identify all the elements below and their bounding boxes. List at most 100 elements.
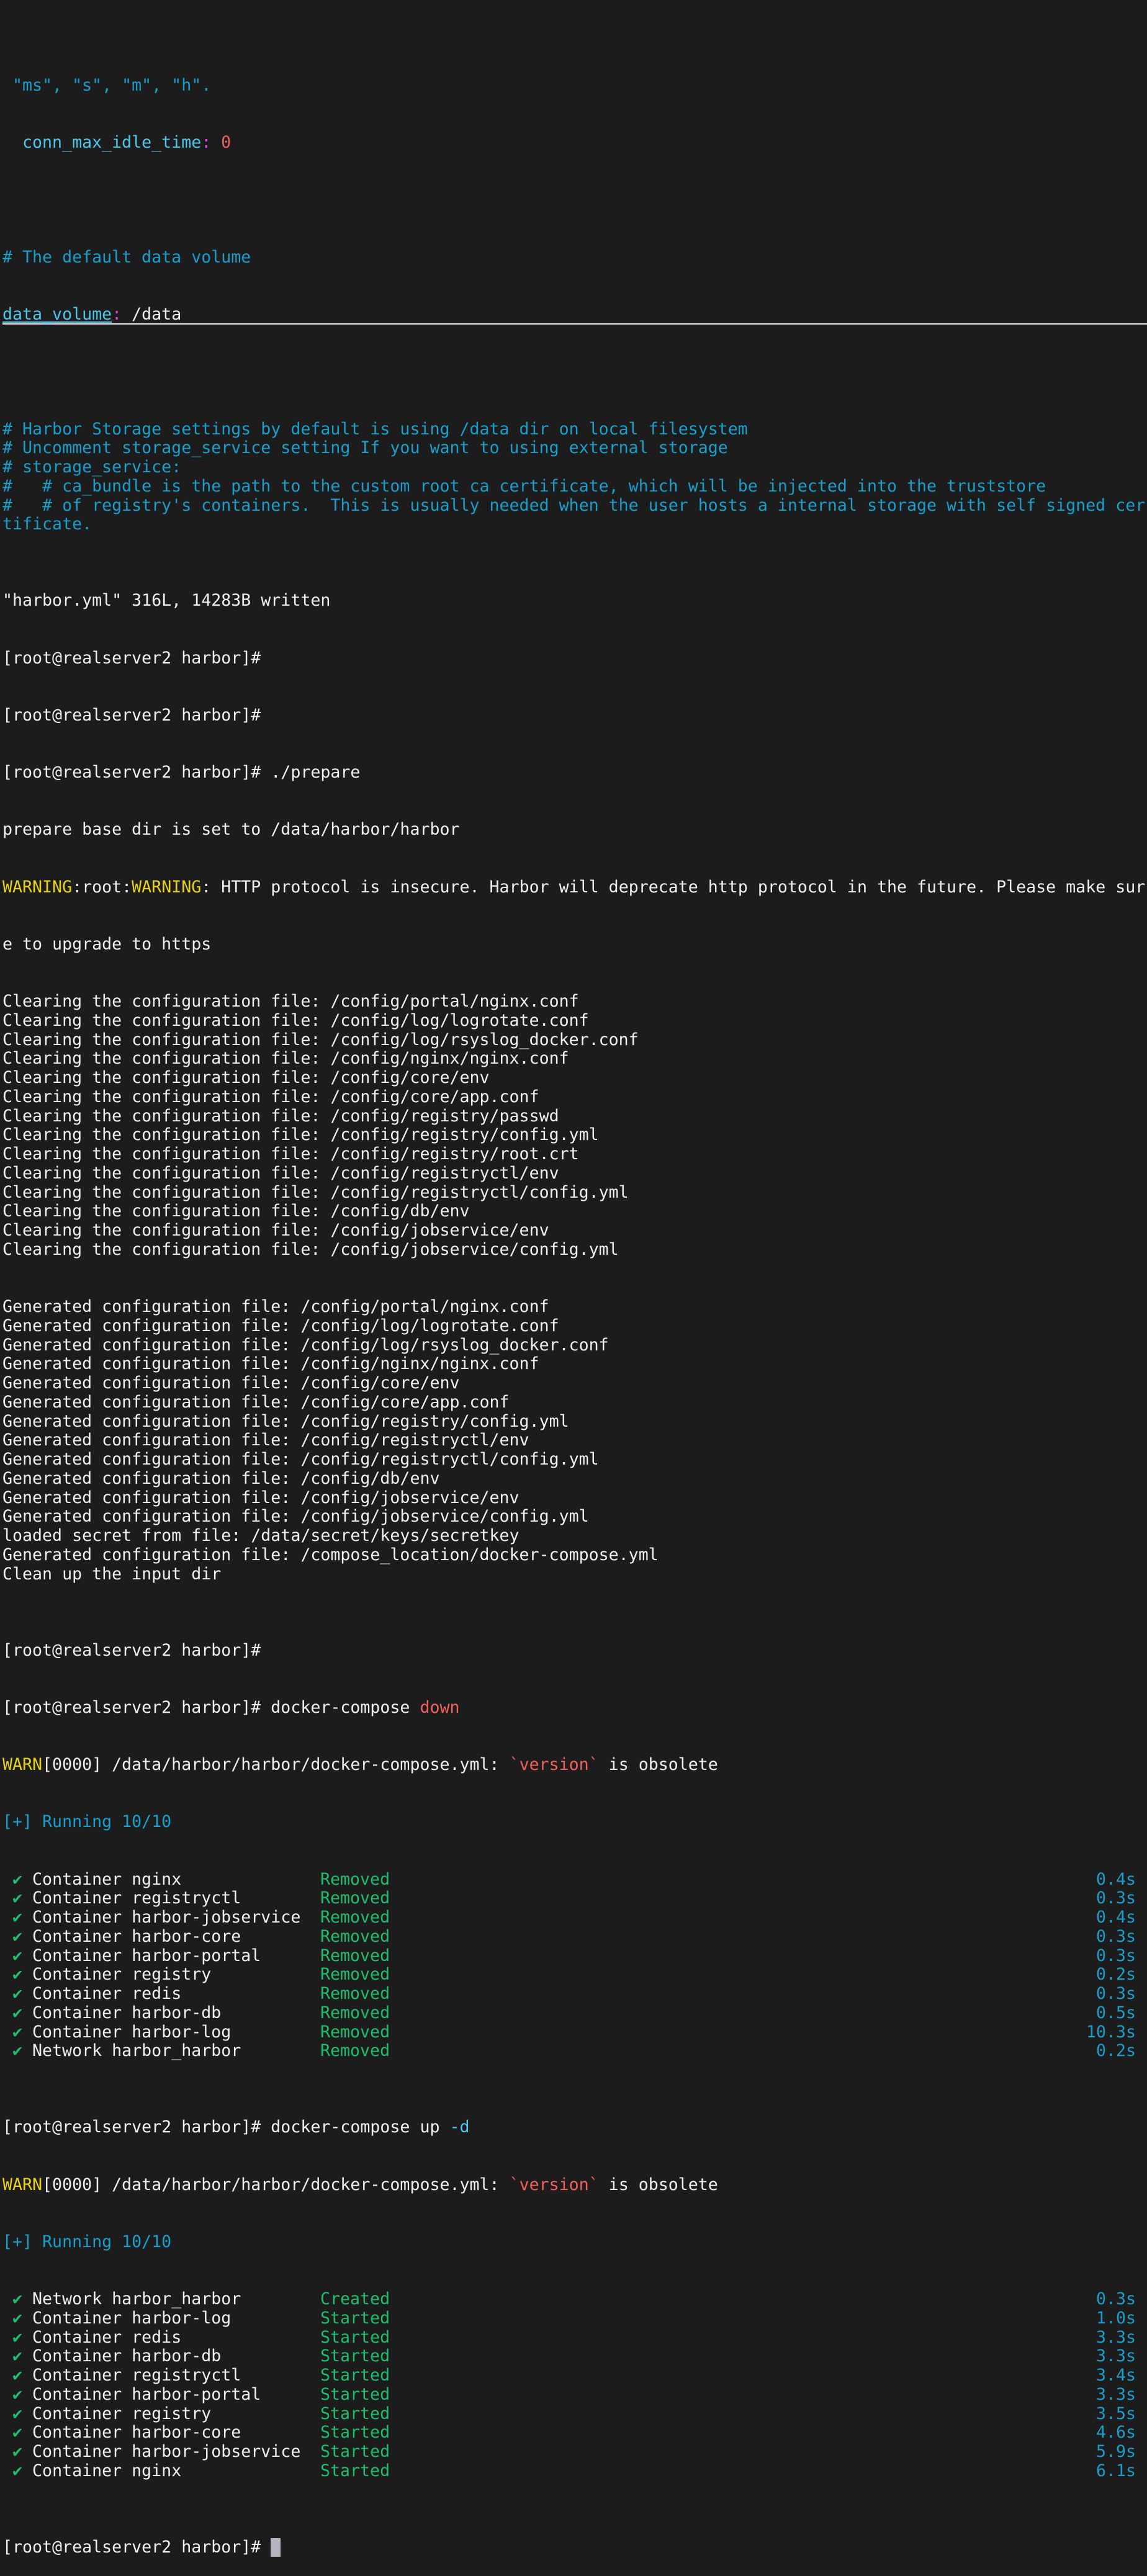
- generated-line-text: Generated configuration file: /config/re…: [2, 1450, 599, 1469]
- resource-name: Container harbor-jobservice: [32, 2442, 301, 2461]
- generated-line-text: Clean up the input dir: [2, 1564, 222, 1584]
- shell-prompt: [root@realserver2 harbor]#: [2, 705, 261, 725]
- generated-line: Generated configuration file: /config/po…: [2, 1297, 1147, 1317]
- resource-name: Container registry: [32, 1965, 212, 1985]
- resource-status: Removed: [320, 1869, 390, 1889]
- elapsed-time: 3.3s: [1095, 2327, 1136, 2347]
- compose-status-row: ✔ Container harbor-db Removed 0.5s: [2, 2003, 1147, 2023]
- resource-name: Container harbor-core: [32, 1926, 241, 1946]
- elapsed-time: 5.9s: [1095, 2442, 1136, 2461]
- resource-status: Started: [320, 2461, 390, 2480]
- elapsed-time: 0.3s: [1095, 1945, 1136, 1965]
- prompt-line: [root@realserver2 harbor]#: [2, 1641, 1147, 1661]
- clearing-line: Clearing the configuration file: /config…: [2, 1221, 1147, 1241]
- resource-status: Started: [320, 2327, 390, 2347]
- warn-text: [0000] /data/harbor/harbor/docker-compos…: [42, 2174, 510, 2194]
- check-icon: ✔: [12, 1888, 23, 1908]
- prompt-line: [root@realserver2 harbor]#: [2, 706, 1147, 725]
- warning-logger: :root:: [72, 877, 132, 897]
- compose-status-row: ✔ Container registry Started 3.5s: [2, 2404, 1147, 2424]
- compose-status-row: ✔ Container harbor-portal Removed 0.3s: [2, 1945, 1147, 1966]
- generated-line-text: Generated configuration file: /config/re…: [2, 1430, 529, 1450]
- units-comment: "ms", "s", "m", "h".: [2, 76, 212, 95]
- resource-name: Container redis: [32, 1984, 182, 2003]
- clearing-line-text: Clearing the configuration file: /config…: [2, 1049, 569, 1069]
- generated-line: Generated configuration file: /config/jo…: [2, 1507, 1147, 1527]
- elapsed-time: 0.4s: [1095, 1908, 1136, 1927]
- output-text: prepare base dir is set to /data/harbor/…: [2, 820, 460, 840]
- shell-prompt: [root@realserver2 harbor]#: [2, 1640, 261, 1660]
- generated-line: Generated configuration file: /config/ng…: [2, 1354, 1147, 1374]
- compose-status-row: ✔ Container harbor-core Removed 0.3s: [2, 1926, 1147, 1947]
- terminal-output[interactable]: "ms", "s", "m", "h". conn_max_idle_time:…: [2, 0, 1147, 2576]
- clearing-line-text: Clearing the configuration file: /config…: [2, 1182, 629, 1202]
- resource-name: Container harbor-portal: [32, 1945, 261, 1965]
- yaml-key: data_volume: [2, 305, 112, 324]
- shell-prompt: [root@realserver2 harbor]#: [2, 2117, 261, 2137]
- elapsed-time: 10.3s: [1086, 2022, 1136, 2042]
- resource-name: Container harbor-log: [32, 2308, 232, 2328]
- check-icon: ✔: [12, 2308, 23, 2328]
- check-icon: ✔: [12, 1984, 23, 2003]
- compose-status-row: ✔ Container redis Removed 0.3s: [2, 1984, 1147, 2004]
- elapsed-time: 1.0s: [1095, 2308, 1136, 2328]
- prompt-line: [root@realserver2 harbor]#: [2, 648, 1147, 668]
- resource-name: Container harbor-db: [32, 2003, 222, 2022]
- warning-text: e to upgrade to https: [2, 934, 212, 954]
- check-icon: ✔: [12, 2366, 23, 2385]
- resource-status: Removed: [320, 2003, 390, 2022]
- warn-line: WARN[0000] /data/harbor/harbor/docker-co…: [2, 2174, 1147, 2195]
- check-icon: ✔: [12, 1945, 23, 1965]
- resource-name: Container redis: [32, 2327, 182, 2347]
- config-line: # The default data volume: [2, 248, 1147, 267]
- check-icon: ✔: [12, 2442, 23, 2461]
- elapsed-time: 3.3s: [1095, 2384, 1136, 2404]
- running-header: [+] Running 10/10: [2, 1812, 1147, 1832]
- yaml-comment-line-text: # Harbor Storage settings by default is …: [2, 419, 748, 439]
- elapsed-time: 3.4s: [1095, 2366, 1136, 2385]
- resource-name: Container nginx: [32, 1869, 182, 1889]
- check-icon: ✔: [12, 2022, 23, 2042]
- warning-text: : HTTP protocol is insecure. Harbor will…: [201, 877, 1146, 897]
- clearing-line: Clearing the configuration file: /config…: [2, 1068, 1147, 1088]
- resource-status: Removed: [320, 1945, 390, 1965]
- shell-prompt: [root@realserver2 harbor]#: [2, 763, 261, 782]
- compose-status-row: ✔ Container harbor-jobservice Started 5.9s: [2, 2442, 1147, 2462]
- generated-line: Generated configuration file: /config/lo…: [2, 1335, 1147, 1355]
- clearing-line: Clearing the configuration file: /config…: [2, 1030, 1147, 1050]
- warn-version: `version`: [509, 2174, 599, 2194]
- generated-line-text: Generated configuration file: /config/jo…: [2, 1488, 520, 1507]
- command-flag: -d: [449, 2117, 470, 2137]
- elapsed-time: 0.3s: [1095, 2289, 1136, 2309]
- warning-tag: WARNING: [132, 877, 202, 897]
- resource-name: Container harbor-portal: [32, 2384, 261, 2404]
- warn-text: [0000] /data/harbor/harbor/docker-compos…: [42, 1755, 510, 1774]
- yaml-key: conn_max_idle_time: [2, 133, 202, 153]
- active-prompt-line[interactable]: [root@realserver2 harbor]#: [2, 2538, 1147, 2557]
- clearing-line: Clearing the configuration file: /config…: [2, 1087, 1147, 1107]
- check-icon: ✔: [12, 2384, 23, 2404]
- generated-line: Generated configuration file: /config/lo…: [2, 1316, 1147, 1336]
- clearing-line: Clearing the configuration file: /config…: [2, 1164, 1147, 1183]
- warn-line: WARN[0000] /data/harbor/harbor/docker-co…: [2, 1755, 1147, 1775]
- compose-status-row: ✔ Container harbor-log Started 1.0s: [2, 2309, 1147, 2328]
- yaml-comment-line: # storage_service:: [2, 457, 1147, 477]
- warn-version: `version`: [509, 1755, 599, 1774]
- prompt-line: [root@realserver2 harbor]# docker-compos…: [2, 2117, 1147, 2137]
- config-line: "ms", "s", "m", "h".: [2, 76, 1147, 96]
- warning-line: WARNING:root:WARNING: HTTP protocol is i…: [2, 877, 1147, 897]
- yaml-comment-line: # # of registry's containers. This is us…: [2, 496, 1147, 516]
- elapsed-time: 4.6s: [1095, 2423, 1136, 2443]
- vim-write-message-text: "harbor.yml" 316L, 14283B written: [2, 591, 331, 611]
- elapsed-time: 3.3s: [1095, 2346, 1136, 2366]
- check-icon: ✔: [12, 2289, 23, 2309]
- yaml-comment-line-text: # # of registry's containers. This is us…: [2, 495, 1146, 515]
- running-header: [+] Running 10/10: [2, 2232, 1147, 2252]
- resource-status: Started: [320, 2366, 390, 2385]
- yaml-colon: :: [112, 305, 122, 324]
- compose-status-row: ✔ Container redis Started 3.3s: [2, 2328, 1147, 2348]
- clearing-line: Clearing the configuration file: /config…: [2, 1240, 1147, 1260]
- yaml-value: 0: [221, 133, 232, 153]
- warn-tag: WARN: [2, 2174, 43, 2194]
- elapsed-time: 0.4s: [1095, 1869, 1136, 1889]
